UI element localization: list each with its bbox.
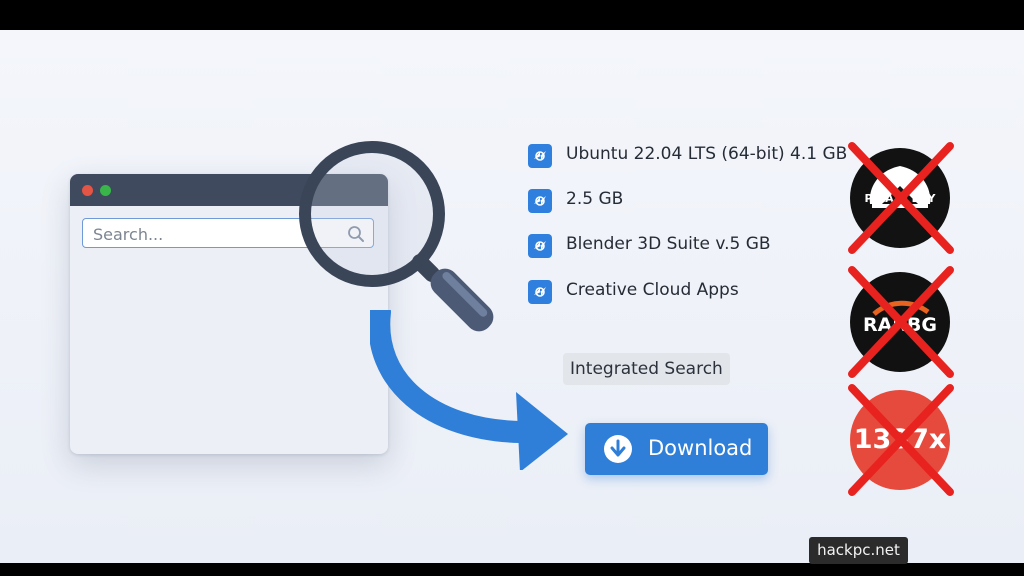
app-icon [528, 189, 552, 213]
arrow-icon [368, 301, 570, 474]
result-label: Blender 3D Suite v.5 GB [566, 234, 771, 254]
cross-icon [848, 142, 954, 254]
piratebay-logo: PIRATE BAY [848, 142, 954, 254]
result-label: Creative Cloud Apps [566, 280, 739, 300]
maximize-window-dot[interactable] [100, 185, 111, 196]
app-icon [528, 144, 552, 168]
app-icon [528, 280, 552, 304]
close-window-dot[interactable] [82, 185, 93, 196]
cross-icon [848, 384, 954, 496]
result-label: 2.5 GB [566, 189, 624, 209]
download-label: Download [648, 436, 753, 460]
watermark: hackpc.net [809, 537, 908, 564]
integrated-search-tag: Integrated Search [563, 353, 730, 385]
1337x-logo: 1337x [848, 384, 954, 496]
cross-icon [848, 266, 954, 378]
illustration-canvas: Ubuntu 22.04 LTS (64-bit) 4.1 GB 2.5 GB … [0, 30, 1024, 563]
result-label: Ubuntu 22.04 LTS (64-bit) 4.1 GB [566, 144, 848, 164]
download-icon [603, 434, 633, 468]
rarbg-logo: RARBG [848, 266, 954, 378]
download-button[interactable]: Download [585, 423, 768, 475]
app-icon [528, 234, 552, 258]
